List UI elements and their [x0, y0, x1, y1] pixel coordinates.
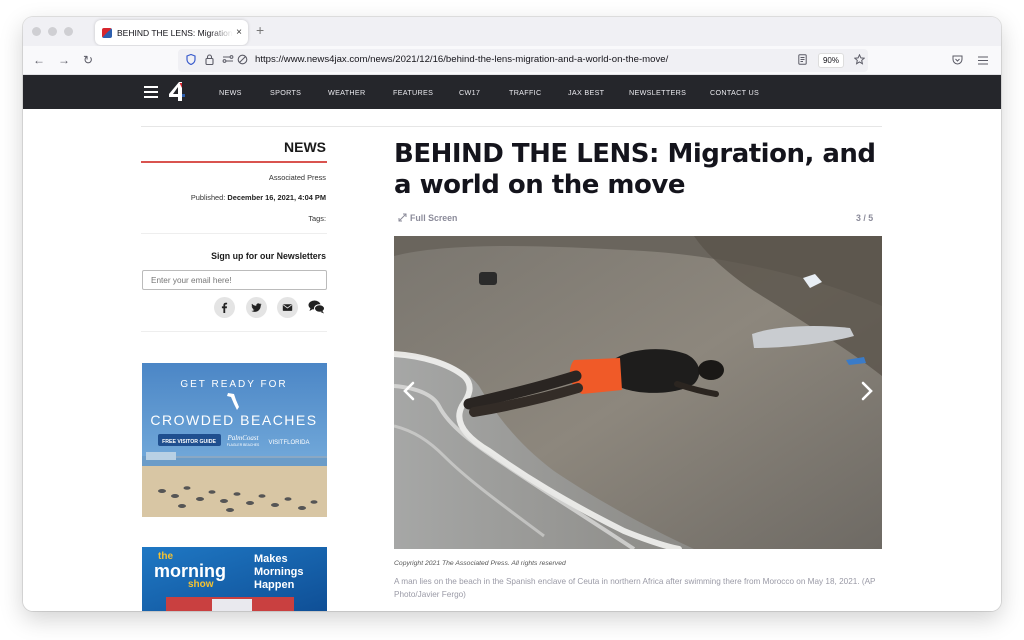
- divider: [141, 331, 327, 332]
- hamburger-menu-icon[interactable]: [144, 86, 158, 98]
- ad-headline-2: CROWDED BEACHES: [150, 412, 317, 428]
- nav-link-cw17[interactable]: CW17: [459, 88, 480, 97]
- minimize-window-button[interactable]: [48, 27, 57, 36]
- ad-tagline-3: Happen: [254, 579, 295, 591]
- beach-ad[interactable]: GET READY FOR CROWDED BEACHES FREE VISIT…: [142, 363, 327, 517]
- previous-slide-icon[interactable]: [402, 381, 416, 401]
- back-icon[interactable]: ←: [33, 52, 45, 68]
- published-date: December 16, 2021, 4:04 PM: [227, 193, 326, 202]
- navigation-toolbar: ← → ↻ https://www.news4jax.com/news/2021…: [23, 46, 1001, 75]
- tab-title: BEHIND THE LENS: Migration, and a world …: [117, 27, 234, 38]
- divider: [141, 126, 882, 127]
- published-line: Published: December 16, 2021, 4:04 PM: [191, 193, 326, 202]
- menu-icon[interactable]: [978, 53, 988, 69]
- ad-headline-1: GET READY FOR: [180, 379, 287, 390]
- browser-window: BEHIND THE LENS: Migration, and a world …: [23, 17, 1001, 611]
- tab-bar: BEHIND THE LENS: Migration, and a world …: [23, 17, 1001, 46]
- maximize-window-button[interactable]: [64, 27, 73, 36]
- gallery-photo[interactable]: [394, 236, 882, 549]
- flagler-beaches-text: FLAGLER BEACHES: [227, 443, 260, 447]
- section-underline: [141, 161, 327, 163]
- author[interactable]: Associated Press: [269, 173, 326, 182]
- close-window-button[interactable]: [32, 27, 41, 36]
- nav-link-news[interactable]: NEWS: [219, 88, 242, 97]
- article-headline: BEHIND THE LENS: Migration, and a world …: [394, 139, 876, 200]
- twitter-share-button[interactable]: [246, 297, 267, 318]
- shield-icon[interactable]: [186, 53, 196, 69]
- address-bar[interactable]: https://www.news4jax.com/news/2021/12/16…: [178, 49, 868, 72]
- lock-icon[interactable]: [205, 54, 214, 69]
- ad-show: show: [188, 579, 214, 590]
- full-screen-label: Full Screen: [410, 213, 458, 223]
- active-tab[interactable]: BEHIND THE LENS: Migration, and a world …: [95, 20, 248, 45]
- page-viewport: NEWS SPORTS WEATHER FEATURES CW17 TRAFFI…: [23, 75, 1001, 611]
- window-controls: [32, 27, 73, 36]
- new-tab-button[interactable]: +: [256, 23, 264, 37]
- forward-icon[interactable]: →: [58, 52, 70, 68]
- close-tab-icon[interactable]: ×: [236, 27, 242, 38]
- nav-link-jax-best[interactable]: JAX BEST: [568, 88, 604, 97]
- pocket-icon[interactable]: [952, 53, 963, 69]
- palm-coast-logo: PalmCoast: [226, 434, 259, 442]
- favicon-icon: [102, 27, 112, 38]
- channel-4-logo[interactable]: [168, 82, 186, 101]
- photo-copyright: Copyright 2021 The Associated Press. All…: [394, 560, 566, 567]
- ad-tagline-1: Makes: [254, 553, 288, 565]
- site-navigation: NEWS SPORTS WEATHER FEATURES CW17 TRAFFI…: [23, 75, 1001, 109]
- gallery-counter: 3 / 5: [856, 213, 874, 223]
- nav-link-newsletters[interactable]: NEWSLETTERS: [629, 88, 686, 97]
- ad-morning: morning: [154, 561, 226, 581]
- url-text[interactable]: https://www.news4jax.com/news/2021/12/16…: [255, 54, 668, 65]
- nav-link-weather[interactable]: WEATHER: [328, 88, 366, 97]
- morning-show-ad[interactable]: the morning show Makes Mornings Happen: [142, 547, 327, 611]
- tags-label: Tags:: [308, 214, 326, 223]
- nav-link-traffic[interactable]: TRAFFIC: [509, 88, 541, 97]
- email-share-button[interactable]: [277, 297, 298, 318]
- visit-florida-logo: VISITFLORIDA: [268, 440, 309, 446]
- permissions-icon[interactable]: [222, 54, 234, 68]
- email-input[interactable]: [142, 270, 327, 290]
- newsletter-signup-title: Sign up for our Newsletters: [211, 251, 326, 261]
- photo-caption: A man lies on the beach in the Spanish e…: [394, 577, 876, 599]
- nav-link-features[interactable]: FEATURES: [393, 88, 433, 97]
- ad-tagline-2: Mornings: [254, 566, 304, 578]
- comments-icon[interactable]: [308, 299, 325, 315]
- zoom-level[interactable]: 90%: [818, 53, 844, 68]
- bookmark-star-icon[interactable]: [853, 53, 866, 69]
- reader-view-icon[interactable]: [798, 54, 807, 69]
- expand-icon: [398, 213, 407, 222]
- visitor-guide-label: FREE VISITOR GUIDE: [162, 439, 216, 445]
- nav-link-sports[interactable]: SPORTS: [270, 88, 301, 97]
- nav-link-contact-us[interactable]: CONTACT US: [710, 88, 759, 97]
- full-screen-button[interactable]: Full Screen: [398, 213, 457, 223]
- published-label: Published:: [190, 193, 226, 202]
- facebook-share-button[interactable]: [214, 297, 235, 318]
- reload-icon[interactable]: ↻: [83, 52, 93, 68]
- envelope-icon: [282, 304, 293, 311]
- twitter-icon: [251, 303, 262, 312]
- autoplay-blocked-icon[interactable]: [237, 54, 248, 69]
- section-label[interactable]: NEWS: [284, 139, 326, 155]
- facebook-icon: [221, 302, 228, 313]
- next-slide-icon[interactable]: [860, 381, 874, 401]
- divider: [141, 233, 327, 234]
